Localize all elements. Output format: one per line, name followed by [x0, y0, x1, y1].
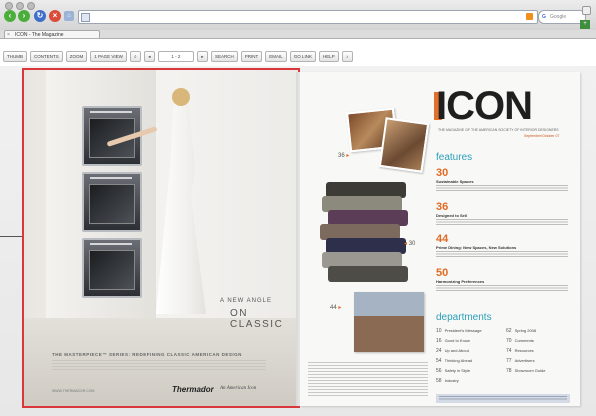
right-page-contents[interactable]: ICON THE MAGAZINE OF THE AMERICAN SOCIET…: [300, 72, 580, 406]
page-view-button[interactable]: 1 PAGE VIEW: [90, 51, 127, 62]
minimize-window-button[interactable]: [16, 2, 24, 10]
department-item[interactable]: 70 Comments: [506, 338, 534, 344]
department-item[interactable]: 10 President's Message: [436, 328, 482, 334]
page-marker-44: 44 ▸: [330, 305, 342, 311]
close-tab-icon[interactable]: ×: [7, 31, 10, 39]
department-item[interactable]: 58 Industry: [436, 378, 459, 384]
google-icon: G: [542, 14, 546, 20]
page-marker-36: 36 ▸: [338, 153, 350, 159]
search-placeholder: Google: [550, 14, 567, 20]
department-item[interactable]: 16 Good to Know: [436, 338, 470, 344]
browser-menu-icon[interactable]: [582, 6, 591, 15]
magazine-tagline: THE MAGAZINE OF THE AMERICAN SOCIETY OF …: [438, 128, 559, 132]
photo-caption: [308, 362, 428, 396]
feature-photo-3[interactable]: [354, 292, 424, 352]
feature-item[interactable]: 36 Designed to Sell: [436, 202, 568, 226]
zoom-button[interactable]: ZOOM: [65, 51, 88, 62]
brand-tagline: An American Icon: [220, 386, 257, 391]
search-button[interactable]: SEARCH: [210, 51, 238, 62]
print-button[interactable]: PRINT: [240, 51, 263, 62]
callout-line: [0, 236, 24, 237]
features-heading: features: [436, 152, 473, 163]
close-window-button[interactable]: [5, 2, 13, 10]
search-field[interactable]: G Google: [538, 10, 586, 24]
department-item[interactable]: 78 Showroom Guide: [506, 368, 545, 374]
browser-titlebar: ‹ › ↻ × ⌂ G Google: [0, 0, 596, 31]
department-item[interactable]: 24 Up and About: [436, 348, 469, 354]
lower-oven: [82, 238, 142, 298]
feature-item[interactable]: 50 Harmonizing Preferences: [436, 268, 568, 292]
browser-window: ‹ › ↻ × ⌂ G Google × ICON - The Magazine…: [0, 0, 596, 416]
help-button[interactable]: HELP: [318, 51, 339, 62]
tab-title: ICON - The Magazine: [15, 32, 64, 38]
viewer-tools: THUMB CONTENTS ZOOM 1 PAGE VIEW ⌕ ◂ 1 - …: [3, 51, 353, 62]
model-figure: [106, 88, 222, 324]
page-marker-30: ◂ 30: [404, 241, 416, 247]
stop-button[interactable]: ×: [49, 10, 61, 22]
home-button[interactable]: ⌂: [64, 11, 74, 21]
tab-bar: × ICON - The Magazine: [0, 30, 596, 39]
magnify-icon[interactable]: ⌕: [129, 51, 141, 62]
zoom-window-button[interactable]: [27, 2, 35, 10]
sound-icon[interactable]: ♪: [341, 51, 353, 62]
ad-body-copy: [52, 360, 266, 372]
page-number-field[interactable]: 1 - 2: [157, 51, 194, 62]
prev-page-icon[interactable]: ◂: [143, 51, 155, 62]
feature-item[interactable]: 30 Sustainable Spaces: [436, 168, 568, 192]
left-page-ad[interactable]: A NEW ANGLE ON CLASSIC THE MASTERPIECE™ …: [22, 68, 300, 408]
viewer-toolbar: THUMB CONTENTS ZOOM 1 PAGE VIEW ⌕ ◂ 1 - …: [0, 46, 596, 112]
ad-tagline-2: ON CLASSIC: [230, 308, 284, 330]
department-item[interactable]: 62 Spring 2008: [506, 328, 536, 334]
issue-date: September/October 07: [524, 134, 560, 138]
ad-tagline-1: A NEW ANGLE: [220, 298, 273, 304]
go-link-button[interactable]: GO LINK: [289, 51, 316, 62]
next-page-icon[interactable]: ▸: [196, 51, 208, 62]
back-button[interactable]: ‹: [4, 10, 16, 22]
favicon-icon: [81, 13, 90, 22]
department-item[interactable]: 54 Thinking Ahead: [436, 358, 472, 364]
fabric-swatches[interactable]: [320, 182, 410, 292]
ad-headline: THE MASTERPIECE™ SERIES: REDEFINING CLAS…: [52, 352, 242, 357]
address-bar[interactable]: [78, 10, 538, 24]
email-button[interactable]: EMAIL: [265, 51, 287, 62]
reload-button[interactable]: ↻: [34, 10, 46, 22]
rss-icon[interactable]: [526, 13, 533, 20]
window-controls: [5, 2, 35, 10]
feature-photo-2[interactable]: [378, 117, 430, 173]
middle-oven: [82, 172, 142, 232]
department-item[interactable]: 56 Safety in Style: [436, 368, 470, 374]
forward-button[interactable]: ›: [18, 10, 30, 22]
contents-button[interactable]: CONTENTS: [30, 51, 63, 62]
promo-box[interactable]: [436, 394, 570, 403]
ad-url: WWW.THERMADOR.COM: [52, 389, 95, 393]
departments-heading: departments: [436, 312, 492, 323]
brand-logo: Thermador: [172, 385, 214, 394]
feature-item[interactable]: 44 Prime Dining: New Spaces, New Solutio…: [436, 234, 568, 258]
department-item[interactable]: 77 Advertisers: [506, 358, 535, 364]
department-item[interactable]: 74 Resources: [506, 348, 534, 354]
bookmark-icon[interactable]: +: [580, 20, 590, 29]
icon-logo: ICON: [436, 84, 533, 128]
thumb-button[interactable]: THUMB: [3, 51, 27, 62]
tab-icon-magazine[interactable]: × ICON - The Magazine: [4, 30, 100, 38]
